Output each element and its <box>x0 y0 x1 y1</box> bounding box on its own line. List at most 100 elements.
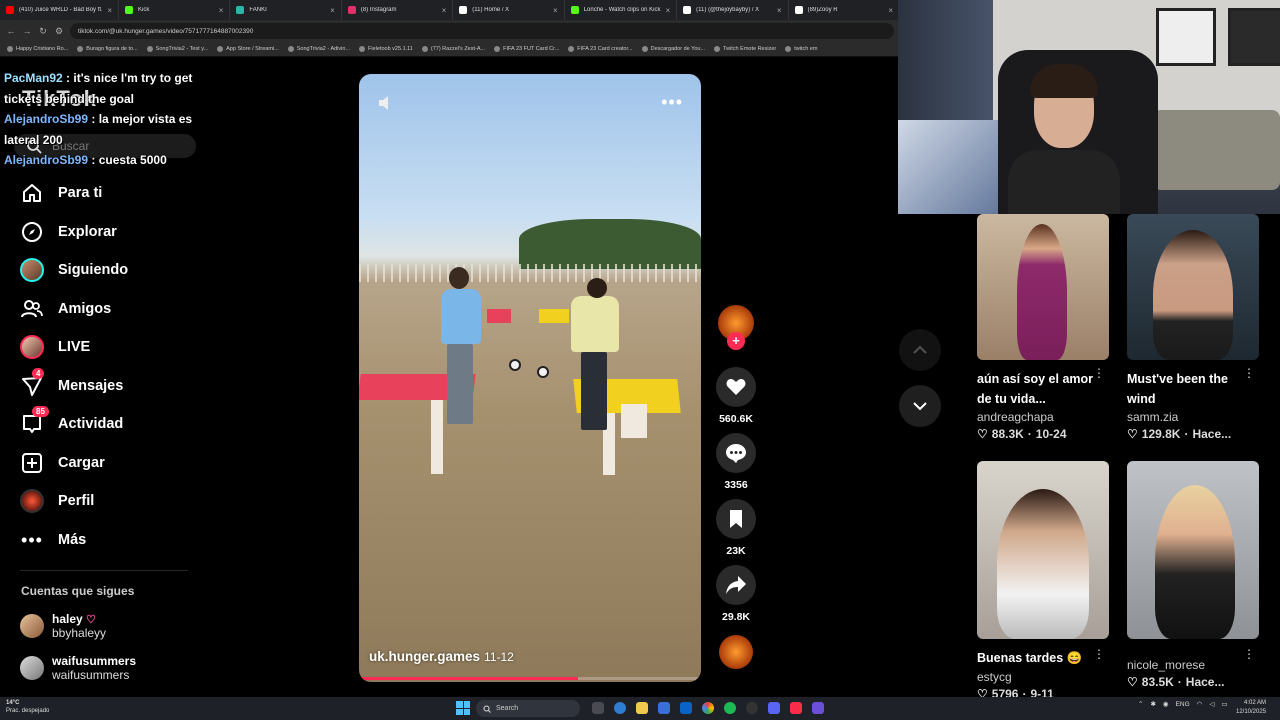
share-button[interactable] <box>716 565 756 605</box>
previous-video-button[interactable] <box>899 329 941 371</box>
mail-icon[interactable] <box>680 702 692 714</box>
video-thumbnail[interactable] <box>977 214 1109 360</box>
sidebar-item-cargar[interactable]: Cargar <box>20 444 190 483</box>
close-tab-icon[interactable]: × <box>666 6 671 15</box>
chrome-icon[interactable] <box>702 702 714 714</box>
battery-icon[interactable]: ▭ <box>1221 700 1227 708</box>
forward-icon[interactable]: → <box>22 26 32 36</box>
taskbar-search[interactable]: Search <box>476 700 580 717</box>
bookmark-item[interactable]: SongTrivia2 - Adivin... <box>285 46 353 52</box>
video-author[interactable]: uk.hunger.games <box>369 649 480 664</box>
comment-button[interactable] <box>716 433 756 473</box>
volume-icon[interactable] <box>377 94 395 112</box>
back-icon[interactable]: ← <box>6 26 16 36</box>
bluetooth-icon[interactable]: ✱ <box>1150 700 1155 708</box>
bookmark-item[interactable]: Burago figura de to... <box>74 46 140 52</box>
sidebar-item-mas[interactable]: ••• Más <box>20 521 190 560</box>
windows-start-icon[interactable] <box>456 701 470 715</box>
followed-account[interactable]: waifusummers waifusummers <box>20 654 136 682</box>
browser-tab[interactable]: (89)Zooy R × <box>789 0 901 20</box>
discord-icon[interactable] <box>768 702 780 714</box>
bookmark-item[interactable]: FIFA 23 FUT Card Cr... <box>491 46 562 52</box>
bookmark-item[interactable]: twitch em <box>782 46 820 52</box>
like-button[interactable] <box>716 367 756 407</box>
video-caption[interactable]: uk.hunger.games 11-12 <box>369 649 514 664</box>
card-author[interactable]: nicole_morese <box>1127 658 1259 672</box>
card-author[interactable]: samm.zia <box>1127 410 1259 424</box>
bookmark-item[interactable]: (77) Razzel's Zest-A... <box>419 46 488 52</box>
browser-tab[interactable]: Lonche - Watch clips on Kick × <box>565 0 678 20</box>
bookmark-item[interactable]: SongTrivia2 - Test y... <box>144 46 211 52</box>
close-tab-icon[interactable]: × <box>330 6 335 15</box>
video-progress-bar[interactable] <box>359 677 701 680</box>
card-author[interactable]: andreagchapa <box>977 410 1109 424</box>
browser-tab[interactable]: (410) Juice WRLD - Bad Boy ft. × <box>0 0 119 20</box>
reload-icon[interactable]: ↻ <box>38 26 48 37</box>
save-button[interactable] <box>716 499 756 539</box>
followed-account[interactable]: haley ♡ bbyhaleyy <box>20 612 106 640</box>
spotify-icon[interactable] <box>724 702 736 714</box>
sidebar-item-para-ti[interactable]: Para ti <box>20 174 190 213</box>
bookmark-item[interactable]: Twitch Emote Resizer <box>711 46 779 52</box>
tray-app-icon[interactable]: ◉ <box>1163 700 1169 708</box>
close-tab-icon[interactable]: × <box>442 6 447 15</box>
close-tab-icon[interactable]: × <box>888 6 893 15</box>
card-more-icon[interactable]: ⋮ <box>1243 647 1255 661</box>
obs-icon[interactable] <box>746 702 758 714</box>
sidebar-item-amigos[interactable]: Amigos <box>20 290 190 329</box>
edge-icon[interactable] <box>614 702 626 714</box>
browser-tab[interactable]: FANKI × <box>230 0 342 20</box>
file-explorer-icon[interactable] <box>636 702 648 714</box>
sidebar-item-actividad[interactable]: 85 Actividad <box>20 405 190 444</box>
bookmark-item[interactable]: Happy Cristiano Ro... <box>4 46 71 52</box>
follow-button[interactable]: + <box>727 332 745 350</box>
bookmark-item[interactable]: Fieletoob v25.1.11 <box>356 46 416 52</box>
music-icon[interactable] <box>790 702 802 714</box>
creator-avatar[interactable]: + <box>718 305 754 350</box>
card-author[interactable]: estycg <box>977 670 1109 684</box>
tray-chevron-icon[interactable]: ⌃ <box>1138 700 1143 708</box>
video-thumbnail[interactable] <box>1127 461 1259 639</box>
next-video-button[interactable] <box>899 385 941 427</box>
task-view-icon[interactable] <box>592 702 604 714</box>
browser-tab[interactable]: Kick × <box>119 0 231 20</box>
recommended-video-card[interactable]: ⋮ Buenas tardes 😄 estycg ♡ 5796 · 9-11 <box>977 461 1109 701</box>
taskbar-clock[interactable]: 4:02 AM 12/10/2025 <box>1236 699 1266 717</box>
close-tab-icon[interactable]: × <box>219 6 224 15</box>
bookmark-item[interactable]: FIFA 23 Card creator... <box>565 46 635 52</box>
card-more-icon[interactable]: ⋮ <box>1093 647 1105 661</box>
recommended-video-card[interactable]: ⋮ aún así soy el amor de tu vida... andr… <box>977 214 1109 441</box>
browser-tab[interactable]: (11) Home / X × <box>453 0 565 20</box>
speaker-icon[interactable]: ◁ <box>1209 700 1214 708</box>
sidebar-item-explorar[interactable]: Explorar <box>20 213 190 252</box>
card-more-icon[interactable]: ⋮ <box>1093 366 1105 380</box>
browser-tab[interactable]: (11) (@thejoybayby) / X × <box>677 0 789 20</box>
browser-tab[interactable]: (8) Instagram × <box>342 0 454 20</box>
card-title: Must've been the wind <box>1127 372 1228 406</box>
video-thumbnail[interactable] <box>977 461 1109 639</box>
tray-lang[interactable]: ENG <box>1176 701 1190 708</box>
comment-count: 3356 <box>724 479 748 491</box>
card-more-icon[interactable]: ⋮ <box>1243 366 1255 380</box>
sidebar-item-mensajes[interactable]: 4 Mensajes <box>20 367 190 406</box>
weather-widget[interactable]: 14°C Prac. despejado <box>6 699 49 715</box>
wifi-icon[interactable]: ◠ <box>1197 700 1203 708</box>
close-tab-icon[interactable]: × <box>777 6 782 15</box>
more-options-icon[interactable]: ••• <box>661 92 683 113</box>
url-field[interactable]: tiktok.com/@uk.hunger.games/video/757177… <box>70 23 894 39</box>
close-tab-icon[interactable]: × <box>553 6 558 15</box>
site-info-icon[interactable]: ⚙ <box>54 26 64 37</box>
bookmark-item[interactable]: App Store / Streami... <box>214 46 282 52</box>
sidebar-item-perfil[interactable]: Perfil <box>20 482 190 521</box>
sidebar-item-live[interactable]: LIVE <box>20 328 190 367</box>
app-icon[interactable] <box>812 702 824 714</box>
video-player[interactable]: ••• uk.hunger.games 11-12 <box>359 74 701 682</box>
music-disc[interactable] <box>719 635 753 669</box>
bookmark-item[interactable]: Descargador de You... <box>639 46 708 52</box>
recommended-video-card[interactable]: ⋮ Must've been the wind samm.zia ♡ 129.8K… <box>1127 214 1259 441</box>
video-thumbnail[interactable] <box>1127 214 1259 360</box>
sidebar-item-siguiendo[interactable]: Siguiendo <box>20 251 190 290</box>
store-icon[interactable] <box>658 702 670 714</box>
recommended-video-card[interactable]: ⋮ nicole_morese ♡ 83.5K · Hace... <box>1127 461 1259 689</box>
close-tab-icon[interactable]: × <box>107 6 112 15</box>
